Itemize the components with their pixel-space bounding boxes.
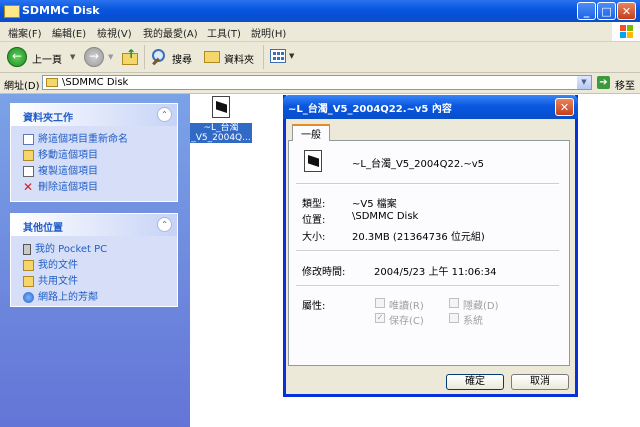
ok-button[interactable]: 確定 bbox=[446, 374, 504, 390]
collapse-chevron-icon[interactable]: ⌃ bbox=[157, 217, 172, 232]
maximize-button[interactable]: □ bbox=[597, 2, 616, 20]
rename-icon bbox=[23, 133, 34, 145]
shared-documents-icon bbox=[23, 275, 34, 287]
forward-button[interactable]: → bbox=[84, 47, 104, 67]
hidden-checkbox[interactable] bbox=[449, 298, 459, 308]
hidden-label: 隱藏(D) bbox=[463, 301, 499, 312]
size-label: 大小: bbox=[302, 232, 326, 243]
archive-label: 保存(C) bbox=[389, 316, 424, 327]
place-shared-documents[interactable]: 共用文件 bbox=[23, 272, 78, 287]
divider bbox=[296, 250, 559, 252]
menu-tools[interactable]: 工具(T) bbox=[207, 25, 241, 40]
menu-edit[interactable]: 編輯(E) bbox=[52, 25, 86, 40]
file-name-line1: ~L_台濁 bbox=[203, 123, 239, 133]
modified-label: 修改時間: bbox=[302, 267, 346, 278]
task-delete[interactable]: ✕ 刪除這個項目 bbox=[23, 178, 98, 194]
collapse-chevron-icon[interactable]: ⌃ bbox=[157, 107, 172, 122]
task-rename[interactable]: 將這個項目重新命名 bbox=[23, 130, 128, 145]
views-dropdown-icon: ▼ bbox=[289, 52, 295, 60]
back-arrow-icon: ← bbox=[7, 47, 27, 67]
address-input[interactable]: \SDMMC Disk ▼ bbox=[42, 75, 592, 90]
size-value: 20.3MB (21364736 位元組) bbox=[352, 232, 485, 243]
address-label: 網址(D) bbox=[4, 81, 40, 92]
address-dropdown-icon[interactable]: ▼ bbox=[577, 76, 591, 89]
other-places-title: 其他位置 bbox=[23, 223, 63, 234]
readonly-checkbox[interactable] bbox=[375, 298, 385, 308]
cancel-button[interactable]: 取消 bbox=[511, 374, 569, 390]
system-checkbox[interactable] bbox=[449, 313, 459, 323]
back-label: 上一頁 bbox=[32, 55, 62, 66]
menu-view[interactable]: 檢視(V) bbox=[97, 25, 132, 40]
dialog-close-button[interactable]: ✕ bbox=[555, 98, 574, 116]
file-item[interactable]: ~L_台濁 _V5_2004Q... bbox=[190, 96, 252, 148]
other-places-header[interactable]: 其他位置 ⌃ bbox=[11, 214, 177, 236]
menu-file[interactable]: 檔案(F) bbox=[8, 25, 42, 40]
search-button[interactable]: 搜尋 bbox=[150, 46, 196, 68]
up-folder-button[interactable]: ↑ bbox=[120, 47, 140, 67]
move-icon bbox=[23, 149, 34, 161]
readonly-label: 唯讀(R) bbox=[389, 301, 424, 312]
folder-tasks-title: 資料夾工作 bbox=[23, 113, 73, 124]
dialog-titlebar[interactable]: ~L_台濁_V5_2004Q22.~v5 內容 ✕ bbox=[283, 95, 578, 119]
views-icon bbox=[270, 49, 286, 63]
go-button[interactable]: ➔ 移至 bbox=[597, 75, 637, 92]
back-dropdown-icon[interactable]: ▼ bbox=[70, 53, 75, 61]
my-documents-icon bbox=[23, 259, 34, 271]
menu-bar: 檔案(F) 編輯(E) 檢視(V) 我的最愛(A) 工具(T) 說明(H) bbox=[0, 22, 640, 42]
folder-icon bbox=[4, 5, 20, 18]
minimize-button[interactable]: _ bbox=[577, 2, 596, 20]
menu-help[interactable]: 說明(H) bbox=[251, 25, 286, 40]
folder-tasks-header[interactable]: 資料夾工作 ⌃ bbox=[11, 104, 177, 126]
address-bar: 網址(D) \SDMMC Disk ▼ ➔ 移至 bbox=[0, 73, 640, 94]
divider bbox=[296, 285, 559, 287]
delete-x-icon: ✕ bbox=[23, 179, 34, 194]
modified-value: 2004/5/23 上午 11:06:34 bbox=[374, 267, 497, 278]
window-title: SDMMC Disk bbox=[22, 4, 100, 17]
go-label: 移至 bbox=[615, 81, 635, 92]
archive-checkbox[interactable]: ✓ bbox=[375, 313, 385, 323]
dialog-title: ~L_台濁_V5_2004Q22.~v5 內容 bbox=[288, 104, 452, 115]
file-type-icon bbox=[304, 150, 322, 172]
type-label: 類型: bbox=[302, 199, 326, 210]
pocket-pc-icon bbox=[23, 243, 31, 255]
forward-dropdown-icon[interactable]: ▼ bbox=[108, 53, 113, 61]
place-network[interactable]: 網路上的芳鄰 bbox=[23, 288, 98, 303]
folder-icon bbox=[46, 78, 58, 87]
menu-favorites[interactable]: 我的最愛(A) bbox=[143, 25, 198, 40]
file-icon bbox=[212, 96, 230, 118]
general-tab-panel bbox=[288, 140, 570, 366]
type-value: ~V5 檔案 bbox=[352, 199, 397, 210]
search-label: 搜尋 bbox=[172, 55, 192, 66]
toolbar: ← 上一頁 ▼ → ▼ ↑ 搜尋 資料夾 ▼ bbox=[0, 42, 640, 73]
file-name-value: ~L_台濁_V5_2004Q22.~v5 bbox=[352, 159, 485, 170]
system-label: 系統 bbox=[463, 316, 483, 327]
window-titlebar[interactable]: SDMMC Disk _ □ ✕ bbox=[0, 0, 640, 22]
location-label: 位置: bbox=[302, 215, 326, 226]
back-button[interactable]: ← 上一頁 bbox=[5, 46, 67, 68]
network-icon bbox=[23, 291, 34, 303]
file-name-line2: _V5_2004Q... bbox=[191, 133, 251, 143]
windows-logo-icon bbox=[612, 22, 640, 41]
close-button[interactable]: ✕ bbox=[617, 2, 636, 20]
go-arrow-icon: ➔ bbox=[597, 76, 610, 89]
address-value: \SDMMC Disk bbox=[62, 77, 129, 88]
location-value: \SDMMC Disk bbox=[352, 211, 419, 222]
task-move[interactable]: 移動這個項目 bbox=[23, 146, 98, 161]
copy-icon bbox=[23, 165, 34, 177]
divider bbox=[296, 183, 559, 185]
task-copy[interactable]: 複製這個項目 bbox=[23, 162, 98, 177]
views-button[interactable]: ▼ bbox=[268, 48, 296, 66]
folders-icon bbox=[204, 51, 220, 63]
folder-tasks-panel: 資料夾工作 ⌃ 將這個項目重新命名 移動這個項目 複製這個項目 ✕ 刪除這個項目 bbox=[10, 103, 178, 202]
attributes-label: 屬性: bbox=[302, 301, 326, 312]
folders-button[interactable]: 資料夾 bbox=[202, 46, 260, 68]
place-pocket-pc[interactable]: 我的 Pocket PC bbox=[23, 240, 107, 255]
place-my-documents[interactable]: 我的文件 bbox=[23, 256, 78, 271]
folders-label: 資料夾 bbox=[224, 55, 254, 66]
tab-general[interactable]: 一般 bbox=[292, 124, 330, 141]
other-places-panel: 其他位置 ⌃ 我的 Pocket PC 我的文件 共用文件 網路上的芳鄰 bbox=[10, 213, 178, 307]
